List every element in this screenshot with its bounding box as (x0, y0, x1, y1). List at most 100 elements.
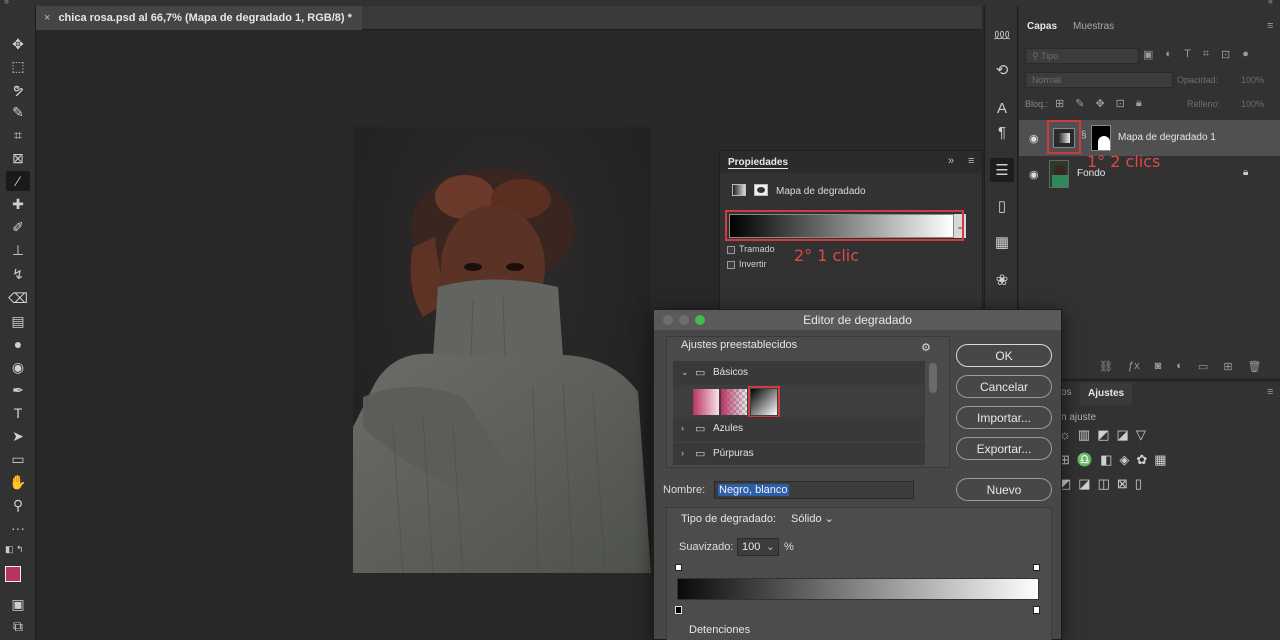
lock-artboard-icon[interactable]: ⊡ (1116, 97, 1125, 110)
character-icon[interactable]: A (990, 96, 1014, 120)
tab-ajustes[interactable]: Ajustes (1080, 383, 1133, 405)
lock-all-icon[interactable]: 🔒︎ (1136, 97, 1142, 110)
gradient-bar[interactable] (677, 578, 1039, 600)
tab-capas[interactable]: Capas (1019, 16, 1065, 38)
eraser-icon[interactable]: ⌫ (6, 288, 30, 308)
blur-icon[interactable]: ● (6, 334, 30, 354)
blend-mode-select[interactable]: Normal (1025, 72, 1173, 88)
path-select-icon[interactable]: ➤ (6, 426, 30, 446)
new-adjustment-icon[interactable]: ◐ (1176, 360, 1183, 373)
chevron-down-icon[interactable]: ⌄ (681, 367, 689, 378)
cancel-button[interactable]: Cancelar (956, 375, 1052, 398)
threshold-icon[interactable]: ◫ (1098, 476, 1110, 492)
folder-row[interactable]: › ▭ Azules (673, 417, 925, 441)
posterize-icon[interactable]: ◪ (1078, 476, 1090, 492)
layer-name[interactable]: Mapa de degradado 1 (1118, 132, 1216, 143)
link-icon[interactable]: § (1081, 130, 1087, 141)
levels-icon[interactable]: ▥ (1078, 427, 1090, 443)
color-balance-icon[interactable]: ♎ (1077, 452, 1093, 468)
mask-icon[interactable] (754, 184, 768, 196)
add-mask-icon[interactable]: ◙ (1155, 360, 1162, 373)
dodge-icon[interactable]: ◉ (6, 357, 30, 377)
layer-row[interactable]: ◉ Fondo 🔒︎ (1019, 157, 1280, 191)
close-tab-icon[interactable]: × (44, 12, 50, 24)
adjustment-filter-icon[interactable]: ◐ (1165, 48, 1172, 64)
chevron-down-icon[interactable]: ⌄ (766, 540, 775, 553)
marquee-icon[interactable]: ⬚ (6, 56, 30, 76)
gradient-icon[interactable]: ▤ (6, 311, 30, 331)
opacity-stop-left[interactable] (675, 564, 682, 571)
brush-icon[interactable]: ✐ (6, 217, 30, 237)
rectangle-icon[interactable]: ▭ (6, 449, 30, 469)
frame-icon[interactable]: ⊠ (6, 148, 30, 168)
gradient-type-select[interactable]: Sólido ⌄ (785, 510, 840, 528)
paragraph-icon[interactable]: ¶ (990, 120, 1014, 144)
vibrance-icon[interactable]: ▽ (1136, 427, 1146, 443)
screen-mode-icon[interactable]: ⧉ (6, 616, 30, 636)
properties-icon[interactable]: ☰ (990, 158, 1014, 182)
panel-menu-icon[interactable]: ≡ (1267, 386, 1273, 398)
crop-icon[interactable]: ⌗ (6, 125, 30, 145)
visibility-eye-icon[interactable]: ◉ (1029, 168, 1039, 181)
fx-icon[interactable]: ƒx (1128, 360, 1140, 373)
exposure-icon[interactable]: ◪ (1117, 427, 1129, 443)
preset-fg-transparent[interactable] (721, 389, 747, 415)
tramado-checkbox[interactable]: Tramado (727, 244, 775, 254)
new-layer-icon[interactable]: ⊞ (1223, 360, 1232, 373)
presets-scrollbar[interactable] (929, 363, 937, 393)
folder-row[interactable]: › ▭ Púrpuras (673, 443, 925, 465)
chevron-right-icon[interactable]: › (681, 423, 684, 433)
link-layers-icon[interactable]: ⛓ (1099, 360, 1113, 373)
import-button[interactable]: Importar... (956, 406, 1052, 429)
layer-thumbnail[interactable] (1049, 160, 1069, 188)
shape-filter-icon[interactable]: ⌗ (1203, 48, 1209, 64)
smooth-input[interactable]: 100 ⌄ (737, 538, 779, 556)
opacity-value[interactable]: 100% (1241, 75, 1264, 85)
pen-icon[interactable]: ✒ (6, 380, 30, 400)
foreground-color-swatch[interactable] (5, 566, 21, 582)
type-filter-icon[interactable]: T (1184, 48, 1191, 64)
fill-value[interactable]: 100% (1241, 99, 1264, 109)
tab-previous[interactable]: os (1061, 387, 1072, 398)
stamp-icon[interactable]: ⊥ (6, 240, 30, 260)
new-button[interactable]: Nuevo (956, 478, 1052, 501)
brush-settings-icon[interactable]: ⅏ (990, 22, 1014, 46)
tab-muestras[interactable]: Muestras (1065, 16, 1122, 38)
panel-menu-icon[interactable]: ≡ (1267, 20, 1273, 32)
color-stop-left[interactable] (675, 606, 682, 614)
swap-colors-icon[interactable]: ◧ ↰ (5, 544, 24, 555)
layer-mask-thumbnail[interactable] (1091, 125, 1111, 151)
name-field[interactable]: Negro, blanco (714, 481, 914, 499)
chevron-right-icon[interactable]: › (681, 448, 684, 458)
hand-icon[interactable]: ✋ (6, 472, 30, 492)
color-stop-right[interactable] (1033, 606, 1040, 614)
gradient-map-adj-icon[interactable]: ▯ (1135, 476, 1142, 492)
lock-pixels-icon[interactable]: ✎ (1075, 97, 1084, 110)
smart-filter-icon[interactable]: ⊡ (1221, 48, 1230, 64)
folder-row[interactable]: ⌄ ▭ Básicos (673, 361, 925, 385)
selective-color-icon[interactable]: ⊠ (1117, 476, 1128, 492)
lasso-icon[interactable]: ຯ (6, 79, 30, 99)
type-icon[interactable]: T (6, 403, 30, 423)
new-group-icon[interactable]: ▭ (1198, 360, 1208, 373)
eyedropper-icon[interactable]: ⁄ (6, 171, 30, 191)
document-tab[interactable]: × chica rosa.psd al 66,7% (Mapa de degra… (36, 6, 362, 30)
quick-mask-icon[interactable]: ▣ (6, 594, 30, 614)
opacity-stop-right[interactable] (1033, 564, 1040, 571)
invertir-checkbox[interactable]: Invertir (727, 259, 767, 269)
zoom-icon[interactable]: ⚲ (6, 495, 30, 515)
photo-filter-icon[interactable]: ◈ (1119, 452, 1129, 468)
patterns-icon[interactable]: ▦ (990, 230, 1014, 254)
collapse-icon[interactable]: » (948, 155, 954, 167)
history-icon[interactable]: ⟲ (990, 58, 1014, 82)
presets-gear-icon[interactable]: ⚙ (921, 341, 931, 354)
color-lookup-icon[interactable]: ▦ (1154, 452, 1166, 468)
black-white-icon[interactable]: ◧ (1100, 452, 1112, 468)
close-window-icon[interactable] (663, 315, 673, 325)
layer-filter-input[interactable]: ⚲ Tipo (1025, 48, 1139, 64)
lock-transparency-icon[interactable]: ⊞ (1055, 97, 1064, 110)
gradients-icon[interactable]: ▯ (990, 194, 1014, 218)
quick-select-icon[interactable]: ✎ (6, 102, 30, 122)
move-icon[interactable]: ✥ (6, 34, 30, 54)
image-filter-icon[interactable]: ▣ (1143, 48, 1153, 64)
